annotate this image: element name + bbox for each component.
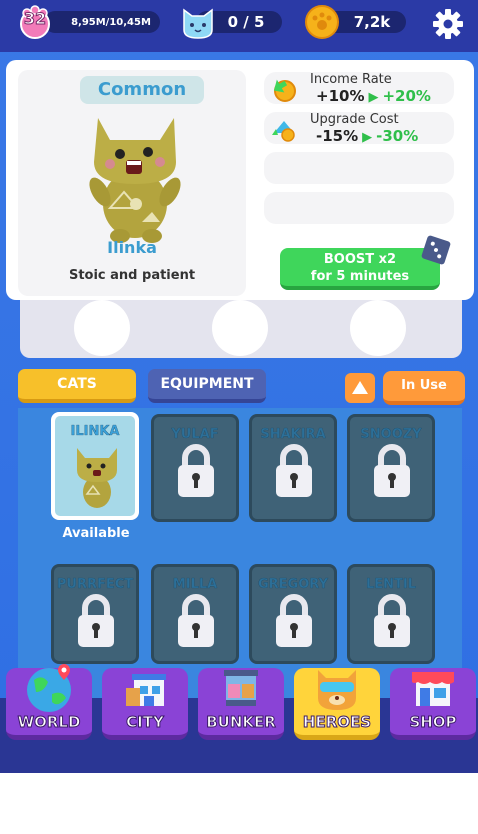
nav-city-label: CITY [126, 713, 165, 732]
empty-stat-slot [264, 192, 454, 224]
nav-shop-label: SHOP [409, 713, 457, 732]
bottom-navigation: WORLD CITY BUNKER HEROES SHOP [0, 664, 478, 773]
nav-heroes-button[interactable]: HEROES [294, 668, 380, 740]
equipment-slot[interactable] [74, 300, 130, 356]
cat-card-name: GREGORY [258, 577, 328, 592]
cat-figure-ilinka [77, 448, 117, 508]
equipment-slot[interactable] [212, 300, 268, 356]
hero-details-card: Common Ilinka Stoic and patient Income R… [6, 60, 474, 300]
cat-card-snoozy[interactable]: SNOOZY [347, 414, 435, 522]
cat-card-gregory[interactable]: GREGORY [249, 564, 337, 664]
gear-icon[interactable] [432, 8, 464, 40]
lock-icon [78, 594, 114, 647]
coins-text: 7,2k [353, 13, 391, 31]
upgrade-cost-icon [272, 121, 295, 142]
in-use-filter-button[interactable]: In Use [383, 371, 465, 405]
upgrade-cost-values: -15% ▶ -30% [316, 127, 418, 145]
arrow-right-icon: ▶ [362, 130, 373, 145]
nav-heroes-label: HEROES [302, 713, 372, 732]
cat-status-available: Available [62, 526, 130, 541]
cat-card-purrfect[interactable]: PURRFECT [51, 564, 139, 664]
income-rate-stat: Income Rate +10% ▶ +20% [264, 72, 454, 105]
cat-head-icon [183, 8, 213, 39]
cat-card-name: SHAKIRA [260, 427, 326, 442]
lock-icon [178, 444, 214, 497]
top-bar: 8,95M/10,45M 32 0 / 5 7,2k [0, 0, 478, 52]
income-rate-next: +20% [382, 87, 431, 105]
tab-cats[interactable]: CATS [18, 369, 136, 403]
cat-card-name: ILINKA [70, 424, 120, 439]
nav-shop-button[interactable]: SHOP [390, 668, 476, 740]
hero-name: Ilinka [107, 238, 157, 257]
city-building-icon [126, 674, 166, 706]
lock-icon [276, 444, 312, 497]
empty-stat-slot [264, 152, 454, 184]
upgrade-cost-stat: Upgrade Cost -15% ▶ -30% [264, 112, 454, 145]
cat-card-yulaf[interactable]: YULAF [151, 414, 239, 522]
nav-world-button[interactable]: WORLD [6, 664, 92, 740]
triangle-up-icon [352, 381, 368, 394]
hero-cat-icon [318, 670, 356, 710]
upgrade-cost-current: -15% [316, 127, 359, 145]
player-level: 32 [23, 9, 47, 29]
cat-card-lentil[interactable]: LENTIL [347, 564, 435, 664]
income-rate-current: +10% [316, 87, 365, 105]
nav-world-label: WORLD [17, 713, 81, 732]
lock-icon [374, 594, 410, 647]
boost-duration: for 5 minutes [310, 269, 410, 284]
tab-equipment[interactable]: EQUIPMENT [148, 369, 266, 403]
cat-card-shakira[interactable]: SHAKIRA [249, 414, 337, 522]
cat-card-name: PURRFECT [56, 577, 134, 592]
shop-store-icon [412, 672, 454, 706]
rarity-badge: Common [80, 76, 204, 104]
lock-icon [374, 444, 410, 497]
income-rate-label: Income Rate [310, 72, 392, 87]
game-screen: 8,95M/10,45M 32 0 / 5 7,2k Common Ilinka… [0, 0, 478, 773]
nav-bunker-label: BUNKER [206, 713, 277, 732]
bunker-icon [224, 670, 258, 706]
globe-icon [27, 664, 71, 712]
xp-progress: 8,95M/10,45M [44, 11, 160, 33]
boost-title: BOOST x2 [323, 252, 397, 267]
income-coin-icon [273, 79, 296, 102]
cat-card-name: MILLA [172, 577, 218, 592]
cats-count-text: 0 / 5 [227, 13, 265, 31]
hero-description: Stoic and patient [68, 268, 196, 283]
income-rate-values: +10% ▶ +20% [316, 87, 431, 105]
cat-card-ilinka[interactable]: ILINKA [51, 412, 139, 520]
cat-card-name: YULAF [171, 427, 219, 442]
paw-coin-icon [305, 5, 339, 39]
cat-card-name: SNOOZY [360, 427, 422, 442]
equipment-slot[interactable] [350, 300, 406, 356]
lock-icon [276, 594, 312, 647]
xp-text: 8,95M/10,45M [71, 16, 151, 28]
hero-cat-figure [89, 118, 181, 243]
lock-icon [178, 594, 214, 647]
nav-city-button[interactable]: CITY [102, 668, 188, 740]
upgrade-cost-label: Upgrade Cost [310, 112, 399, 127]
equipment-slots-panel [20, 300, 462, 358]
sort-button[interactable] [345, 373, 375, 403]
upgrade-cost-next: -30% [376, 127, 419, 145]
cat-card-milla[interactable]: MILLA [151, 564, 239, 664]
cat-card-name: LENTIL [365, 577, 417, 592]
arrow-right-icon: ▶ [368, 90, 379, 105]
boost-button[interactable]: BOOST x2 for 5 minutes [280, 248, 440, 290]
nav-bunker-button[interactable]: BUNKER [198, 668, 284, 740]
hero-portrait-panel: Common Ilinka Stoic and patient [18, 70, 246, 296]
